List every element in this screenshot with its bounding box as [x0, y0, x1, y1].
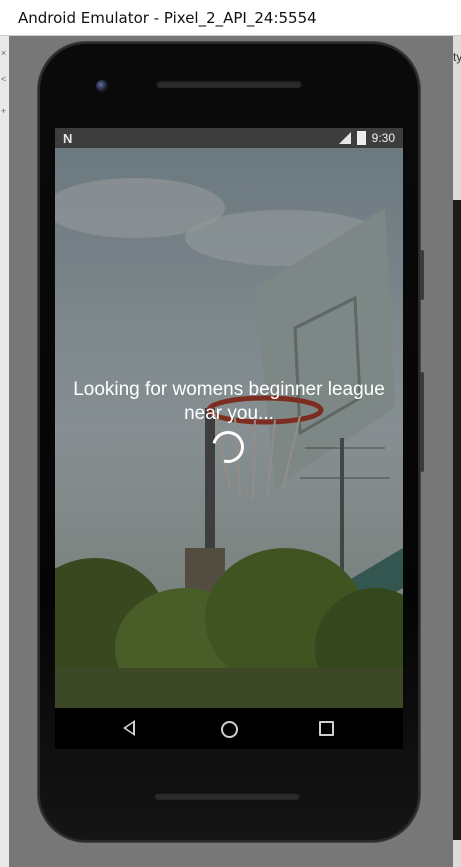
window-title: Android Emulator - Pixel_2_API_24:5554 [18, 9, 317, 27]
status-bar: N 9:30 [55, 128, 403, 148]
power-button[interactable] [420, 372, 424, 472]
volume-button[interactable] [420, 250, 424, 300]
background-window-text: ty [453, 50, 461, 64]
home-icon[interactable] [221, 721, 238, 738]
battery-icon [356, 131, 366, 145]
phone-device: N 9:30 Looking for womens beginner leagu… [38, 42, 424, 842]
status-indicators: 9:30 [338, 131, 395, 145]
chevron-left-icon[interactable]: < [1, 74, 6, 84]
emulator-titlebar[interactable]: Android Emulator - Pixel_2_API_24:5554 [0, 0, 461, 36]
close-icon[interactable]: × [1, 48, 6, 58]
phone-screen[interactable]: N 9:30 Looking for womens beginner leagu… [55, 128, 403, 749]
recents-icon[interactable] [319, 721, 334, 736]
bottom-speaker [154, 792, 300, 800]
signal-icon [338, 132, 351, 144]
background-window-dark-panel [453, 200, 461, 840]
navigation-bar [55, 708, 403, 749]
front-camera-icon [96, 80, 108, 92]
top-speaker [156, 80, 302, 88]
status-time: 9:30 [371, 131, 395, 145]
loading-message: Looking for womens beginner league near … [73, 379, 385, 424]
back-icon[interactable] [123, 720, 135, 736]
notification-icon: N [63, 131, 73, 146]
dim-overlay [55, 148, 403, 708]
add-icon[interactable]: + [1, 106, 6, 116]
